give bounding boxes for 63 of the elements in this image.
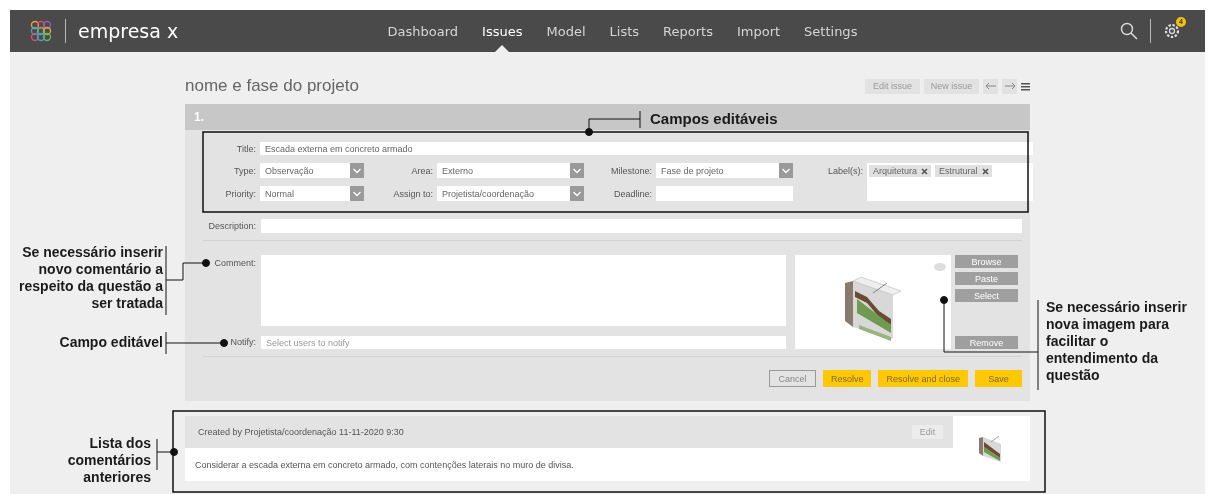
right-arrow-icon bbox=[1004, 82, 1015, 90]
close-icon[interactable] bbox=[981, 167, 989, 175]
text-field[interactable]: Escada externa em concreto armado bbox=[260, 142, 1033, 155]
leader-line bbox=[585, 110, 641, 136]
dropdown[interactable]: Fase de projeto bbox=[656, 163, 793, 178]
text-field[interactable] bbox=[656, 186, 793, 201]
menu-icon[interactable] bbox=[1021, 81, 1030, 91]
previous-button[interactable] bbox=[983, 78, 998, 94]
annotation-text: Se necessário inserir nova imagem para facilitar o entendimento da questão bbox=[1046, 299, 1187, 384]
nav-tab[interactable]: Import bbox=[736, 10, 781, 52]
leader-line bbox=[165, 245, 210, 316]
chevron-down-icon[interactable] bbox=[350, 186, 364, 201]
field-label: Type: bbox=[233, 165, 256, 176]
action-button[interactable]: Resolve and close bbox=[878, 370, 968, 387]
brand-name: empresa x bbox=[78, 20, 179, 42]
field-label: Milestone: bbox=[609, 165, 652, 176]
dropdown[interactable]: Normal bbox=[260, 186, 364, 201]
close-icon[interactable] bbox=[921, 167, 929, 175]
text-field[interactable] bbox=[261, 219, 1022, 233]
chevron-down-icon[interactable] bbox=[779, 163, 793, 178]
annotation-text: Campo editável bbox=[59, 334, 163, 351]
nav-tab[interactable]: Reports bbox=[663, 10, 713, 52]
comment-meta: Created by Projetista/coordenação 11-11-2020 9:30 bbox=[198, 427, 404, 437]
nav-tab[interactable]: Model bbox=[546, 10, 586, 52]
nav-tab[interactable]: Lists bbox=[609, 10, 640, 52]
comment-field[interactable] bbox=[261, 255, 786, 326]
dropdown[interactable]: Projetista/coordenação bbox=[437, 186, 584, 201]
annotation-text: Lista dos comentários anteriores bbox=[67, 435, 151, 486]
field-label: Deadline: bbox=[612, 188, 652, 199]
label-tag: Estrutural bbox=[935, 165, 992, 177]
nav-tab[interactable]: Issues bbox=[482, 10, 523, 52]
notify-field[interactable]: Select users to notify bbox=[261, 336, 786, 349]
leader-line bbox=[156, 438, 178, 471]
label-tag: Arquitetura bbox=[869, 165, 932, 177]
field-label: Description: bbox=[207, 221, 256, 231]
field-label: Area: bbox=[410, 165, 433, 176]
dropdown[interactable]: Observação bbox=[260, 163, 364, 178]
settings-icon[interactable] bbox=[1163, 22, 1181, 40]
action-button[interactable]: Resolve bbox=[822, 370, 872, 387]
field-label: Priority: bbox=[224, 188, 256, 199]
field-label: Label(s): bbox=[827, 165, 863, 176]
nav-tab[interactable]: Dashboard bbox=[387, 10, 459, 52]
comment-text: Considerar a escada externa em concreto armado, com contenções laterais no muro de divisa. bbox=[195, 459, 574, 470]
annotation-text: Se necessário inserir novo comentário a respeito da questão a ser tratada bbox=[19, 244, 163, 312]
dropdown[interactable]: Externo bbox=[437, 163, 584, 178]
leader-line bbox=[165, 331, 228, 355]
search-icon[interactable] bbox=[1120, 22, 1138, 40]
field-label: Assign to: bbox=[392, 188, 433, 199]
field-label: Title: bbox=[235, 143, 256, 154]
field-label: Notify: bbox=[229, 336, 256, 349]
issue-number: 1. bbox=[194, 110, 204, 124]
field-label: Comment: bbox=[213, 257, 256, 270]
chevron-down-icon[interactable] bbox=[350, 163, 364, 178]
nav-tab[interactable]: Settings bbox=[804, 10, 858, 52]
chevron-down-icon[interactable] bbox=[570, 163, 584, 178]
next-button[interactable] bbox=[1002, 78, 1017, 94]
logo-icon bbox=[29, 20, 53, 42]
page-title: nome e fase do projeto bbox=[185, 76, 359, 96]
left-arrow-icon bbox=[985, 82, 996, 90]
annotation-text: Campos editáveis bbox=[650, 110, 778, 127]
action-button[interactable]: Save bbox=[975, 370, 1022, 387]
labels-field[interactable]: Arquitetura Estrutural bbox=[867, 163, 1033, 201]
chevron-down-icon[interactable] bbox=[570, 186, 584, 201]
